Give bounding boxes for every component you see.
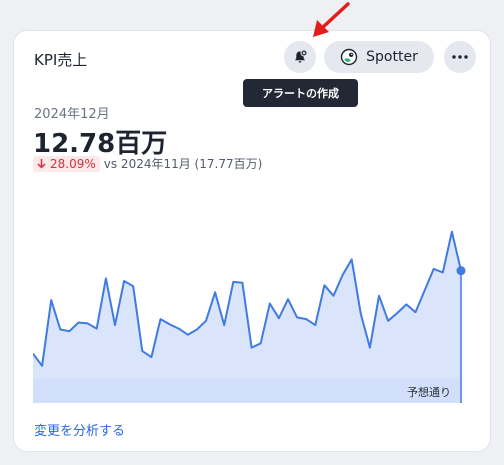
- more-options-button[interactable]: [444, 41, 476, 73]
- kpi-period: 2024年12月: [34, 107, 110, 122]
- kpi-trend-chart: 予想通り: [33, 230, 466, 403]
- analyze-changes-link[interactable]: 変更を分析する: [34, 420, 125, 439]
- kpi-title: KPI売上: [34, 51, 88, 69]
- kpi-change-row: 28.09% vs 2024年11月 (17.77百万): [33, 155, 262, 172]
- red-arrow-annotation-icon: [313, 2, 350, 37]
- change-percent: 28.09%: [50, 156, 96, 171]
- more-horizontal-icon: [452, 55, 468, 59]
- spotter-label: Spotter: [366, 49, 418, 65]
- last-point-marker[interactable]: [456, 266, 466, 276]
- change-comparison: vs 2024年11月 (17.77百万): [103, 157, 263, 171]
- create-alert-tooltip: アラートの作成: [243, 79, 358, 107]
- chart-annotation: 予想通り: [407, 385, 451, 399]
- kpi-card: KPI売上 Spotter アラートの作成 2024年12月 12.78百万 2…: [13, 30, 491, 452]
- arrow-down-icon: [37, 159, 46, 169]
- change-badge: 28.09%: [33, 155, 100, 172]
- spotter-icon: [340, 48, 358, 66]
- bell-plus-icon: [295, 49, 308, 63]
